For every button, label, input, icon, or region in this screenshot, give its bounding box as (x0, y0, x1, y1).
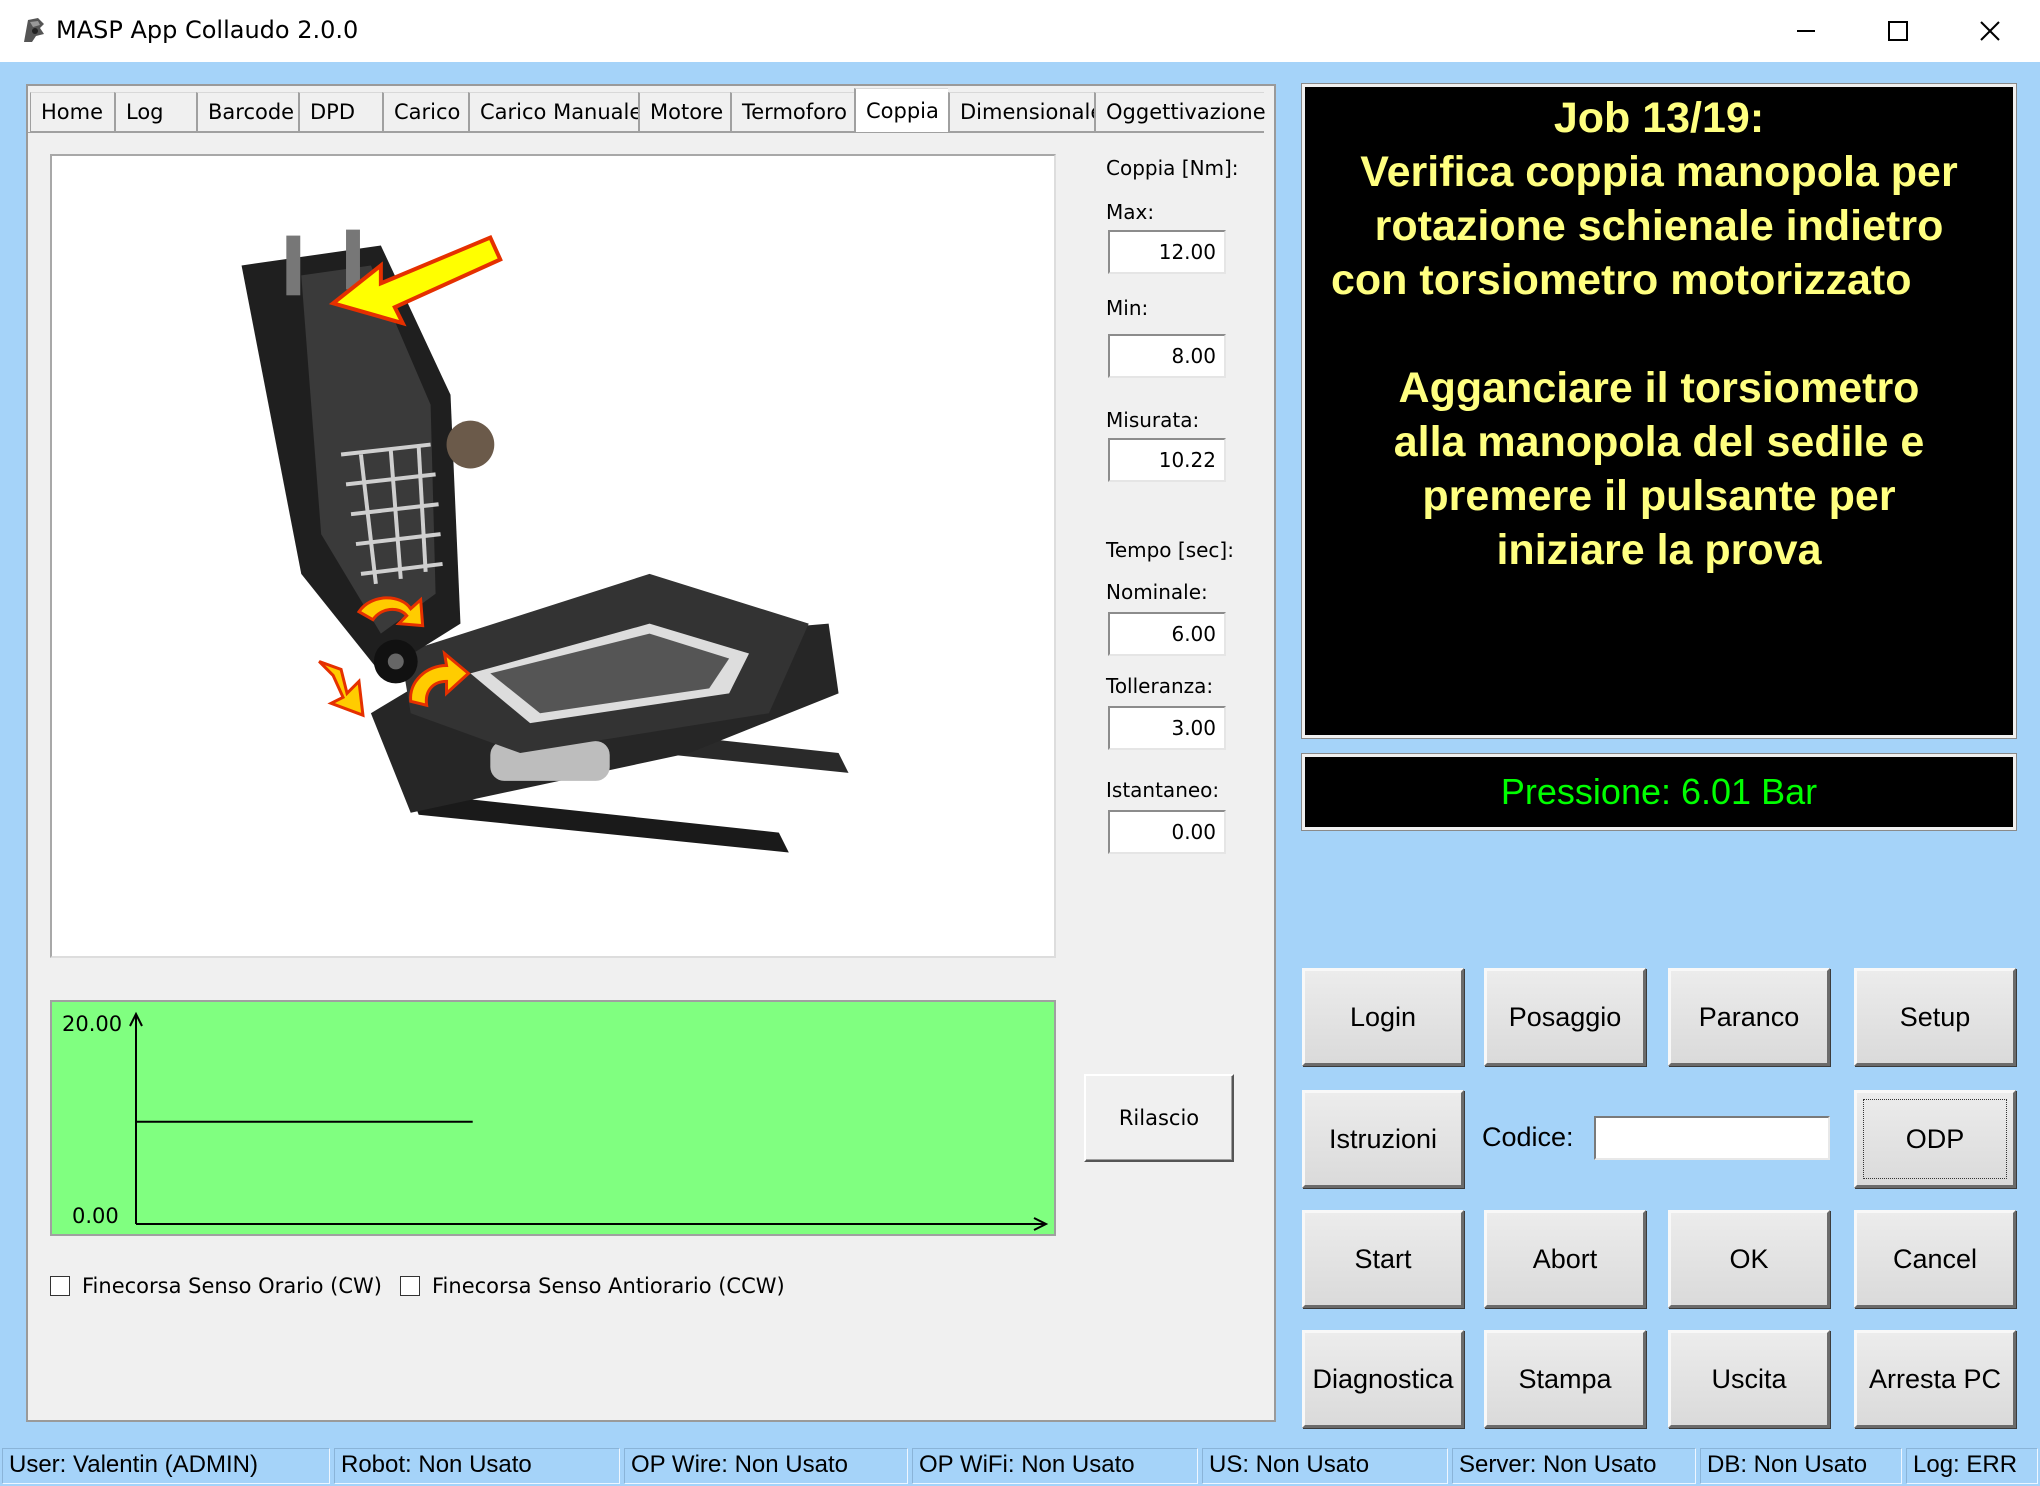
maximize-icon (1888, 21, 1908, 41)
tab-strip: Home Log Barcode DPD Carico Carico Manua… (30, 88, 1266, 132)
cancel-button[interactable]: Cancel (1854, 1210, 2016, 1308)
job-instructions-panel: Job 13/19: Verifica coppia manopola per … (1301, 83, 2017, 739)
tempo-istantaneo-label: Istantaneo: (1106, 778, 1220, 802)
diagnostica-button[interactable]: Diagnostica (1302, 1330, 1464, 1428)
coppia-section-label: Coppia [Nm]: (1106, 156, 1239, 180)
tab-carico[interactable]: Carico (382, 92, 468, 132)
ok-button[interactable]: OK (1668, 1210, 1830, 1308)
checkbox-cw-label: Finecorsa Senso Orario (CW) (82, 1274, 382, 1298)
seat-illustration (241, 229, 849, 853)
tab-barcode[interactable]: Barcode (196, 92, 298, 132)
coppia-max-label: Max: (1106, 200, 1155, 224)
status-robot: Robot: Non Usato (334, 1448, 620, 1484)
tempo-nominale-label: Nominale: (1106, 580, 1208, 604)
job-line-2: rotazione schienale indietro (1374, 202, 1944, 250)
job-line-5: alla manopola del sedile e (1393, 418, 1925, 466)
torque-graph: 20.00 0.00 (50, 1000, 1056, 1236)
stampa-button[interactable]: Stampa (1484, 1330, 1646, 1428)
checkbox-ccw-row[interactable]: Finecorsa Senso Antiorario (CCW) (400, 1274, 785, 1298)
graph-y-min-label: 0.00 (72, 1204, 119, 1228)
tab-log[interactable]: Log (114, 92, 196, 132)
tempo-tolleranza-field[interactable]: 3.00 (1108, 706, 1226, 750)
tab-dpd[interactable]: DPD (298, 92, 382, 132)
tempo-tolleranza-label: Tolleranza: (1106, 674, 1214, 698)
tab-coppia[interactable]: Coppia (854, 88, 948, 132)
title-bar: MASP App Collaudo 2.0.0 (0, 0, 2040, 62)
job-line-1: Verifica coppia manopola per (1360, 148, 1958, 196)
checkbox-ccw-label: Finecorsa Senso Antiorario (CCW) (432, 1274, 785, 1298)
uscita-button[interactable]: Uscita (1668, 1330, 1830, 1428)
torque-graph-canvas (129, 1011, 1049, 1231)
status-user: User: Valentin (ADMIN) (2, 1448, 330, 1484)
minimize-icon (1797, 30, 1815, 32)
status-op-wifi: OP WiFi: Non Usato (912, 1448, 1198, 1484)
codice-label: Codice: (1482, 1122, 1574, 1152)
arresta-pc-button[interactable]: Arresta PC (1854, 1330, 2016, 1428)
tempo-section-label: Tempo [sec]: (1106, 538, 1234, 562)
coppia-min-field[interactable]: 8.00 (1108, 334, 1226, 378)
posaggio-button[interactable]: Posaggio (1484, 968, 1646, 1066)
tab-carico-manuale[interactable]: Carico Manuale (468, 92, 642, 132)
tab-home[interactable]: Home (30, 92, 114, 132)
status-op-wire: OP Wire: Non Usato (624, 1448, 908, 1484)
tab-oggettivazione[interactable]: Oggettivazione (1094, 92, 1266, 132)
job-line-4: Agganciare il torsiometro (1398, 364, 1920, 412)
tempo-nominale-field[interactable]: 6.00 (1108, 612, 1226, 656)
status-db: DB: Non Usato (1700, 1448, 1902, 1484)
codice-input[interactable] (1594, 1116, 1830, 1160)
checkbox-cw[interactable] (50, 1276, 70, 1296)
maximize-button[interactable] (1852, 0, 1944, 62)
seat-image-frame (50, 154, 1056, 958)
window-title: MASP App Collaudo 2.0.0 (56, 16, 359, 44)
coppia-misurata-field[interactable]: 10.22 (1108, 438, 1226, 482)
close-button[interactable] (1944, 0, 2036, 62)
status-log: Log: ERR (1906, 1448, 2038, 1484)
tab-termoforo[interactable]: Termoforo (730, 92, 854, 132)
job-line-3: con torsiometro motorizzato (1331, 256, 1912, 304)
setup-button[interactable]: Setup (1854, 968, 2016, 1066)
pressure-display: Pressione: 6.01 Bar (1301, 753, 2017, 831)
tab-divider (28, 132, 1264, 133)
status-us: US: Non Usato (1202, 1448, 1448, 1484)
app-logo-icon (18, 14, 50, 46)
job-line-6: premere il pulsante per (1422, 472, 1896, 520)
rilascio-button[interactable]: Rilascio (1084, 1074, 1234, 1162)
checkbox-ccw[interactable] (400, 1276, 420, 1296)
istruzioni-button[interactable]: Istruzioni (1302, 1090, 1464, 1188)
tab-dimensionale[interactable]: Dimensionale (948, 92, 1103, 132)
coppia-max-field[interactable]: 12.00 (1108, 230, 1226, 274)
login-button[interactable]: Login (1302, 968, 1464, 1066)
coppia-misurata-label: Misurata: (1106, 408, 1200, 432)
checkbox-cw-row[interactable]: Finecorsa Senso Orario (CW) (50, 1274, 382, 1298)
start-button[interactable]: Start (1302, 1210, 1464, 1308)
coppia-min-label: Min: (1106, 296, 1149, 320)
status-server: Server: Non Usato (1452, 1448, 1696, 1484)
job-title: Job 13/19: (1553, 94, 1765, 142)
tab-motore[interactable]: Motore (638, 92, 730, 132)
close-icon (1980, 21, 2000, 41)
job-line-7: iniziare la prova (1496, 526, 1822, 574)
status-bar: User: Valentin (ADMIN) Robot: Non Usato … (0, 1446, 2040, 1486)
abort-button[interactable]: Abort (1484, 1210, 1646, 1308)
odp-button[interactable]: ODP (1854, 1090, 2016, 1188)
paranco-button[interactable]: Paranco (1668, 968, 1830, 1066)
tempo-istantaneo-field[interactable]: 0.00 (1108, 810, 1226, 854)
graph-y-max-label: 20.00 (62, 1012, 123, 1036)
minimize-button[interactable] (1760, 0, 1852, 62)
